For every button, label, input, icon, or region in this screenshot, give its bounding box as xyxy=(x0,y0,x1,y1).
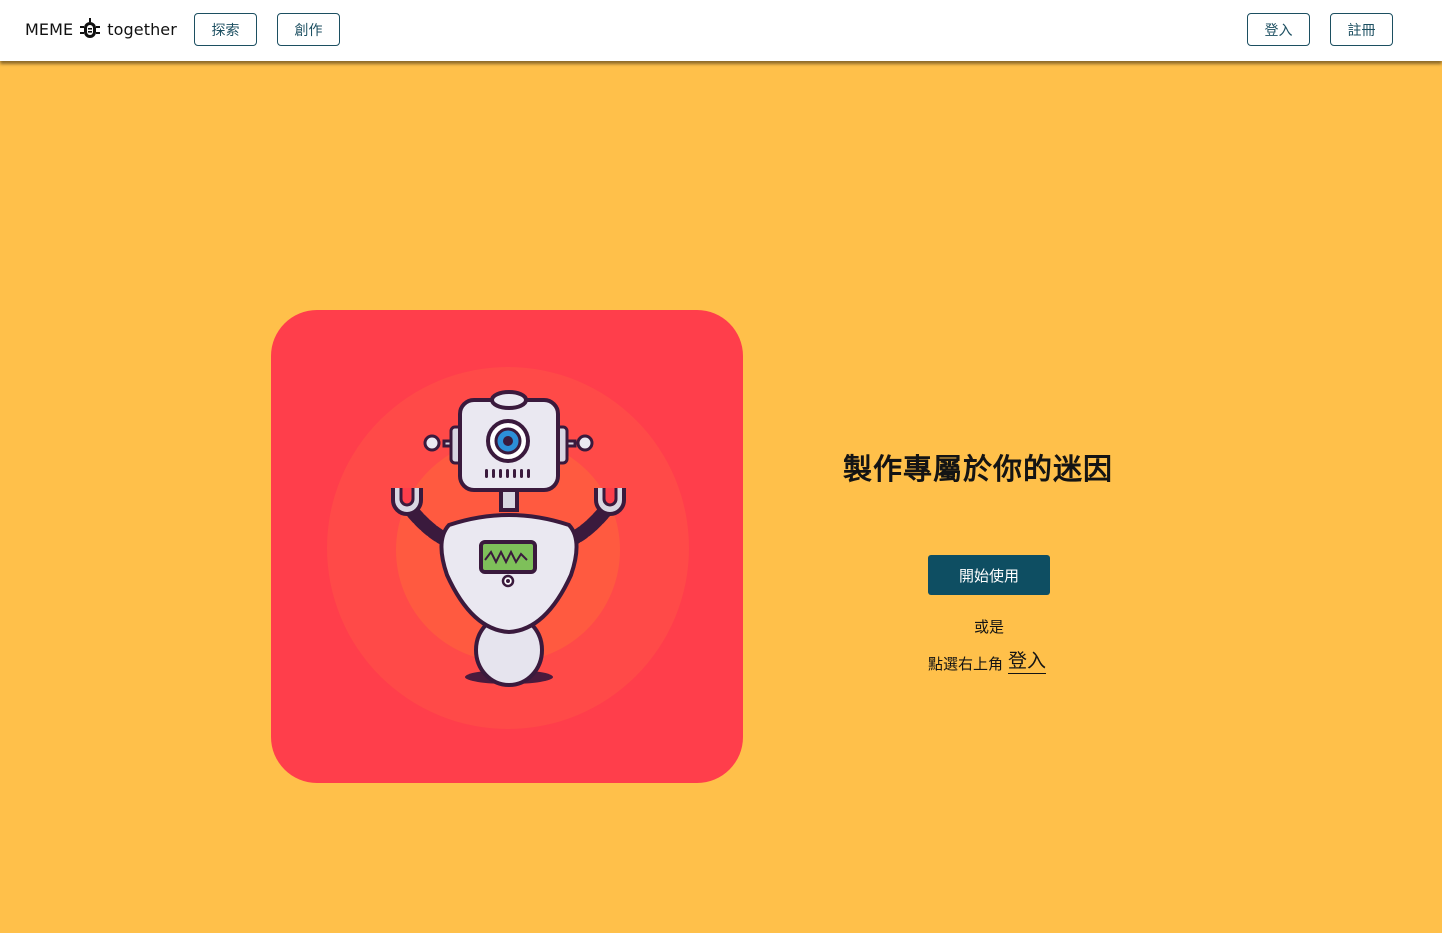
register-button[interactable]: 註冊 xyxy=(1330,13,1393,46)
top-navbar: MEME together 探索 創作 登入 註冊 xyxy=(0,0,1442,61)
login-hint-text: 點選右上角 xyxy=(928,655,1004,673)
hero-headline: 製作專屬於你的迷因 xyxy=(843,452,1114,486)
hero-image-card xyxy=(271,310,743,783)
brand-suffix: together xyxy=(107,19,177,39)
brand-logo-link[interactable]: MEME together xyxy=(25,15,177,43)
explore-button[interactable]: 探索 xyxy=(194,13,257,46)
get-started-button[interactable]: 開始使用 xyxy=(928,555,1050,595)
bug-robot-icon xyxy=(80,18,101,38)
login-hint: 點選右上角 登入 xyxy=(928,648,1047,674)
or-separator-text: 或是 xyxy=(973,618,1004,636)
robot-illustration xyxy=(327,367,689,729)
create-button[interactable]: 創作 xyxy=(277,13,340,46)
login-button[interactable]: 登入 xyxy=(1247,13,1310,46)
brand-prefix: MEME xyxy=(25,19,74,39)
login-hint-link[interactable]: 登入 xyxy=(1008,649,1047,674)
